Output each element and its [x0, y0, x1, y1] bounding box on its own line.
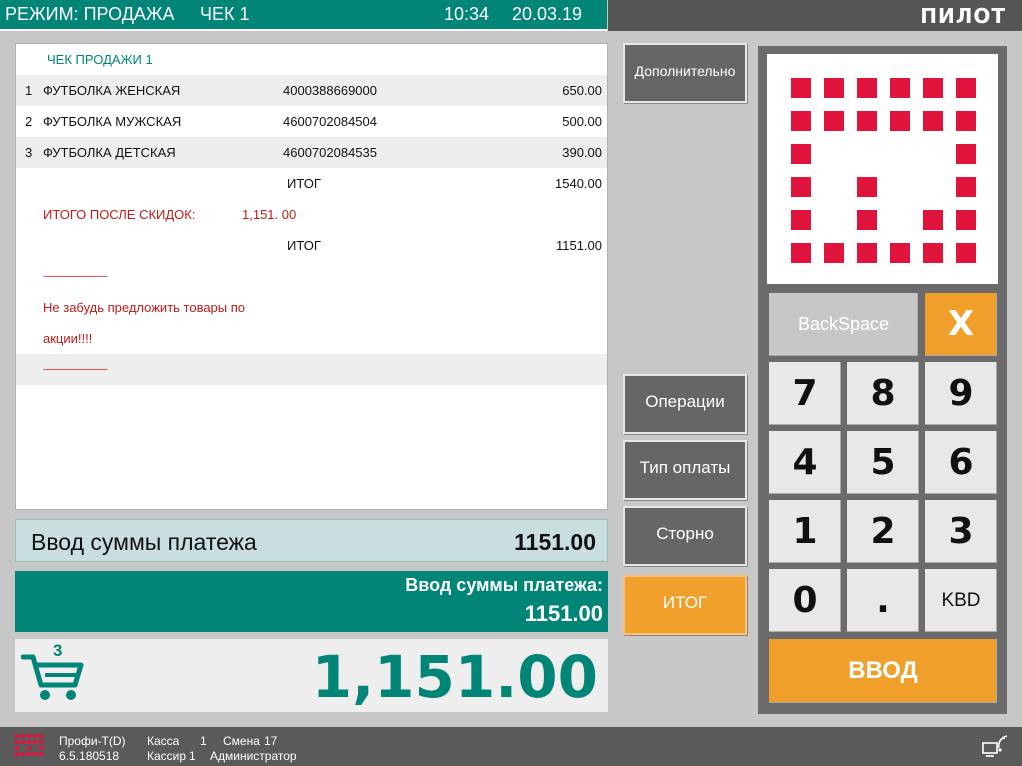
shift-label: Смена: [223, 734, 260, 748]
total-button[interactable]: ИТОГ: [623, 575, 747, 635]
pilot-logo: [767, 54, 998, 284]
payment-input-value: 1151.00: [514, 529, 596, 555]
storno-button[interactable]: Сторно: [623, 506, 747, 566]
key-8[interactable]: 8: [847, 362, 919, 425]
enter-key[interactable]: ВВОД: [769, 639, 997, 703]
receipt-title: ЧЕК ПРОДАЖИ 1: [47, 52, 153, 67]
grand-total-amount: 1,151.00: [311, 643, 598, 711]
item-price: 650.00: [562, 83, 602, 98]
item-number: 2: [25, 114, 33, 129]
key-dot[interactable]: .: [847, 569, 919, 632]
separator-line: --------------------------------: [43, 271, 108, 281]
subtotal-label: ИТОГ: [287, 176, 321, 191]
current-date: 20.03.19: [512, 4, 583, 24]
discount-label: ИТОГО ПОСЛЕ СКИДОК:: [43, 207, 196, 222]
key-7[interactable]: 7: [769, 362, 841, 425]
key-1[interactable]: 1: [769, 500, 841, 563]
item-barcode: 4000388669000: [283, 83, 377, 98]
receipt-title-row: ЧЕК ПРОДАЖИ 1: [16, 44, 607, 75]
pilot-mini-logo-icon: [15, 734, 43, 756]
cashier-name: Администратор: [210, 749, 297, 763]
message-row: Не забудь предложить товары по: [16, 292, 607, 323]
pilot-logo-icon: [791, 78, 976, 263]
subtotal-value: 1540.00: [555, 176, 602, 191]
item-price: 500.00: [562, 114, 602, 129]
receipt-item-row[interactable]: 3 ФУТБОЛКА ДЕТСКАЯ 4600702084535 390.00: [16, 137, 607, 168]
clock-time: 10:34: [444, 4, 490, 24]
kassa-label: Касса: [147, 734, 180, 748]
total-value: 1151.00: [555, 238, 602, 253]
message-row: акции!!!!: [16, 323, 607, 354]
product-name: Профи-Т(D): [59, 734, 126, 748]
payment-bar-label: Ввод суммы платежа:: [405, 575, 603, 595]
item-price: 390.00: [562, 145, 602, 160]
promo-message-line1: Не забудь предложить товары по: [43, 300, 246, 315]
payment-input-label: Ввод суммы платежа: [31, 529, 257, 555]
keyboard-key[interactable]: KBD: [925, 569, 997, 632]
payment-amount-input[interactable]: Ввод суммы платежа 1151.00: [15, 519, 608, 562]
key-5[interactable]: 5: [847, 431, 919, 494]
payment-info-bar: Ввод суммы платежа: 1151.00: [15, 571, 608, 632]
item-number: 3: [25, 145, 33, 160]
separator-row: --------------------------------: [16, 261, 607, 292]
brand-bar: ПИЛОТ: [608, 0, 1022, 31]
keypad-panel: BackSpace X 7 8 9 4 5 6 1 2 3 0 . KBD ВВ…: [758, 46, 1007, 714]
item-barcode: 4600702084504: [283, 114, 377, 129]
operations-button[interactable]: Операции: [623, 374, 747, 434]
total-display: 3 1,151.00: [15, 639, 608, 712]
cart-item-count: 3: [53, 641, 63, 660]
shift-value: 17: [264, 734, 278, 748]
item-barcode: 4600702084535: [283, 145, 377, 160]
backspace-key[interactable]: BackSpace: [769, 293, 918, 356]
clear-key[interactable]: X: [925, 293, 997, 356]
key-4[interactable]: 4: [769, 431, 841, 494]
extra-button[interactable]: Дополнительно: [623, 43, 747, 103]
key-3[interactable]: 3: [925, 500, 997, 563]
key-6[interactable]: 6: [925, 431, 997, 494]
product-version: 6.5.180518: [59, 749, 120, 763]
cashier-number: 1: [189, 749, 196, 763]
key-9[interactable]: 9: [925, 362, 997, 425]
brand-logo: ПИЛОТ: [920, 4, 1006, 28]
promo-message-line2: акции!!!!: [43, 331, 93, 346]
key-2[interactable]: 2: [847, 500, 919, 563]
item-name: ФУТБОЛКА МУЖСКАЯ: [43, 114, 182, 129]
total-row: ИТОГ 1151.00: [16, 230, 607, 261]
item-name: ФУТБОЛКА ДЕТСКАЯ: [43, 145, 176, 160]
mode-label: РЕЖИМ: ПРОДАЖА: [5, 4, 175, 24]
item-number: 1: [25, 83, 33, 98]
status-footer: Профи-Т(D) 6.5.180518 Касса 1 Смена 17 К…: [0, 727, 1022, 766]
payment-bar-value: 1151.00: [524, 601, 603, 626]
discount-value: 1,151. 00: [242, 207, 297, 222]
receipt-item-row[interactable]: 2 ФУТБОЛКА МУЖСКАЯ 4600702084504 500.00: [16, 106, 607, 137]
payment-type-button[interactable]: Тип оплаты: [623, 440, 747, 500]
network-icon: [982, 735, 1008, 757]
status-header: РЕЖИМ: ПРОДАЖА ЧЕК 1 10:34 20.03.19: [0, 0, 607, 31]
cashier-label: Кассир: [147, 749, 187, 763]
total-label: ИТОГ: [287, 238, 321, 253]
key-0[interactable]: 0: [769, 569, 841, 632]
kassa-value: 1: [200, 734, 207, 748]
receipt-panel: ЧЕК ПРОДАЖИ 1 1 ФУТБОЛКА ЖЕНСКАЯ 4000388…: [15, 43, 608, 510]
subtotal-row: ИТОГ 1540.00: [16, 168, 607, 199]
separator-row: --------------------------------: [16, 354, 607, 385]
receipt-label: ЧЕК 1: [200, 4, 250, 24]
receipt-item-row[interactable]: 1 ФУТБОЛКА ЖЕНСКАЯ 4000388669000 650.00: [16, 75, 607, 106]
item-name: ФУТБОЛКА ЖЕНСКАЯ: [43, 83, 181, 98]
separator-line: --------------------------------: [43, 364, 108, 374]
discount-row: ИТОГО ПОСЛЕ СКИДОК: 1,151. 00: [16, 199, 607, 230]
